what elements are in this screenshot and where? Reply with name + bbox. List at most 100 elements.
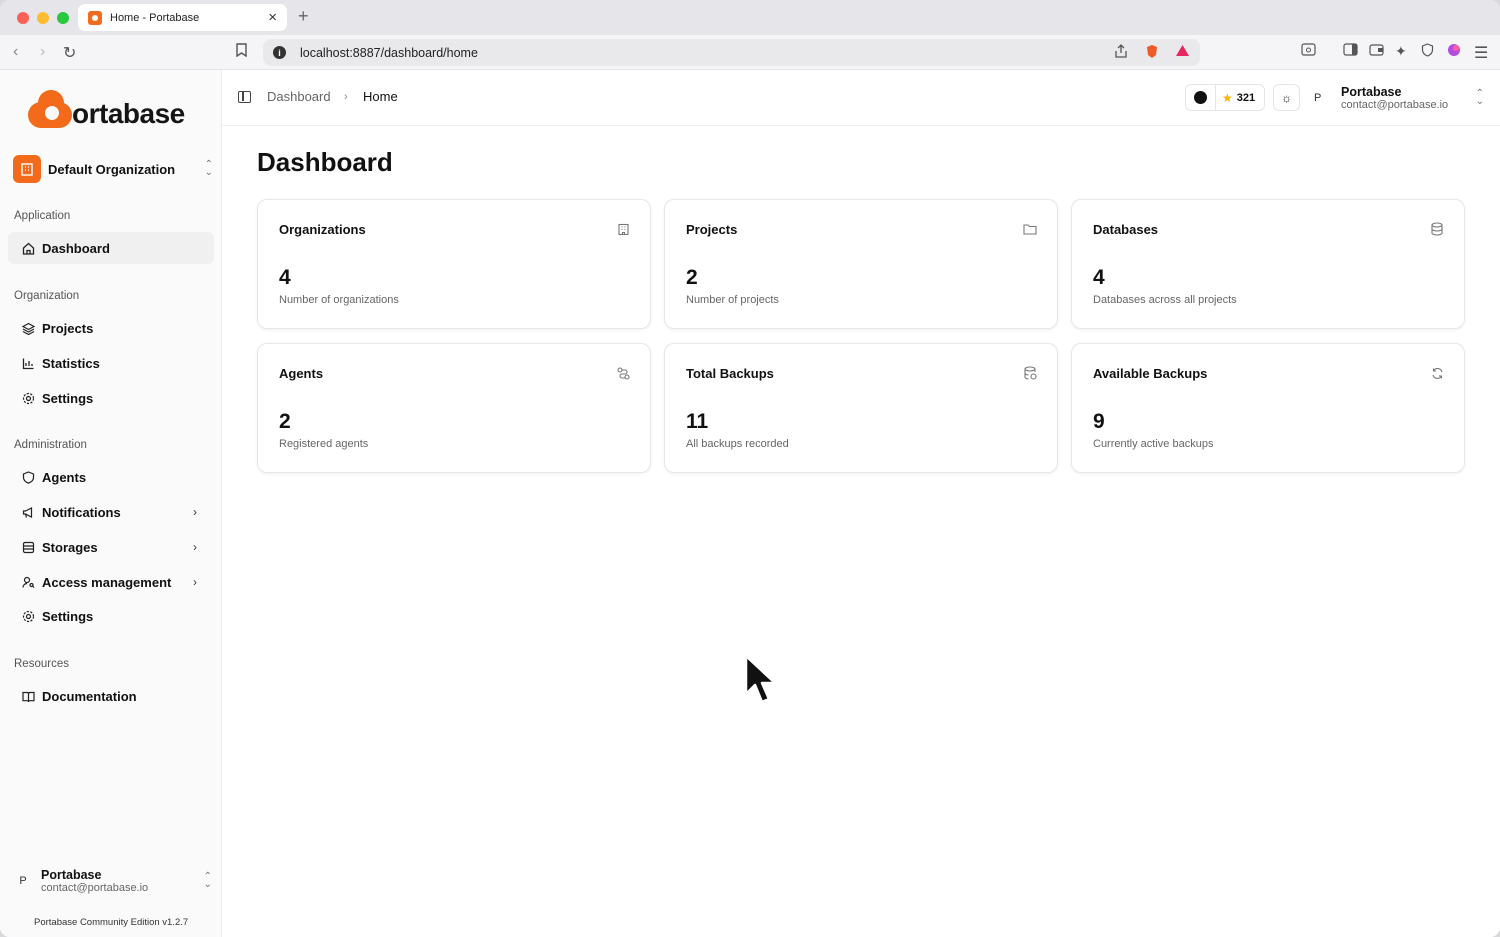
chevron-right-icon: › (193, 505, 197, 519)
section-label-application: Application (14, 210, 71, 222)
github-stars-button[interactable]: ★ 321 (1185, 84, 1265, 111)
card-description: Number of projects (686, 294, 779, 306)
theme-toggle-button[interactable]: ☼ (1273, 84, 1300, 111)
bookmark-icon[interactable] (236, 43, 247, 62)
folder-icon (1023, 222, 1037, 236)
sidebar-item-label: Storages (42, 539, 98, 555)
organization-switcher[interactable]: Default Organization ⌃ ⌄ (13, 154, 213, 184)
building-icon (13, 155, 41, 183)
breadcrumb-home: Home (363, 89, 398, 104)
close-tab-icon[interactable]: × (268, 9, 277, 26)
database-backup-icon (1023, 366, 1037, 380)
share-icon[interactable] (1115, 44, 1127, 61)
tab-title: Home - Portabase (110, 11, 200, 24)
card-title: Organizations (279, 222, 366, 237)
chart-icon (21, 356, 35, 370)
sidebar-item-agents[interactable]: Agents (8, 461, 214, 493)
card-description: Number of organizations (279, 294, 399, 306)
forward-icon[interactable]: › (40, 43, 45, 61)
stat-card-databases: Databases 4 Databases across all project… (1071, 199, 1465, 329)
close-window-button[interactable] (17, 11, 29, 24)
menu-icon[interactable]: ☰ (1474, 43, 1488, 63)
sidebar-item-label: Projects (42, 320, 94, 336)
profile-icon[interactable] (1447, 43, 1461, 60)
header-user-menu[interactable]: P Portabase contact@portabase.io ⌃ ⌄ (1314, 82, 1484, 114)
avatar: P (19, 875, 27, 887)
route-icon (616, 366, 630, 380)
user-email: contact@portabase.io (41, 882, 149, 894)
site-info-icon[interactable]: i (273, 46, 286, 59)
back-icon[interactable]: ‹ (13, 43, 18, 61)
minimize-window-button[interactable] (37, 11, 49, 24)
megaphone-icon (21, 505, 35, 519)
user-key-icon (21, 575, 35, 589)
leo-ai-icon[interactable]: ✦ (1395, 43, 1407, 60)
sidebar-toggle-icon[interactable] (238, 91, 251, 103)
browser-window: Home - Portabase × + ‹ › ↻ i localhost:8… (0, 0, 1500, 937)
sidebar-item-dashboard[interactable]: Dashboard (8, 232, 214, 264)
sidebar-item-projects[interactable]: Projects (8, 312, 214, 344)
section-label-organization: Organization (14, 290, 80, 302)
avatar: P (1314, 92, 1322, 104)
breadcrumb-dashboard[interactable]: Dashboard (267, 89, 331, 104)
sidebar-item-label: Documentation (42, 688, 137, 704)
sidebar-item-admin-settings[interactable]: Settings (8, 600, 214, 632)
sidebar-item-statistics[interactable]: Statistics (8, 347, 214, 379)
refresh-icon (1430, 366, 1444, 380)
brave-rewards-icon[interactable] (1175, 44, 1190, 60)
reload-icon[interactable]: ↻ (63, 43, 76, 63)
database-icon (21, 540, 35, 554)
vpn-shield-icon[interactable] (1421, 43, 1434, 60)
window-controls (0, 11, 78, 24)
card-title: Projects (686, 222, 738, 237)
browser-tab[interactable]: Home - Portabase × (78, 4, 287, 31)
home-icon (21, 241, 35, 255)
cloud-logo-icon (28, 90, 74, 130)
address-bar[interactable]: i localhost:8887/dashboard/home (263, 39, 1200, 66)
sidebar-item-storages[interactable]: Storages › (8, 531, 214, 563)
chevron-right-icon: › (193, 575, 197, 589)
app-area: ortabase Default Organization ⌃ ⌄ Applica… (0, 70, 1500, 937)
card-value: 11 (686, 410, 709, 433)
sun-moon-icon: ☼ (1281, 90, 1292, 105)
sidebar-item-label: Dashboard (42, 240, 110, 256)
sidebar-item-documentation[interactable]: Documentation (8, 680, 214, 712)
layers-icon (21, 321, 35, 335)
shield-icon (21, 470, 35, 484)
card-value: 2 (279, 410, 291, 433)
sidebar-item-access-management[interactable]: Access management › (8, 566, 214, 598)
stat-card-organizations: Organizations 4 Number of organizations (257, 199, 651, 329)
user-name: Portabase (1341, 85, 1402, 99)
card-title: Available Backups (1093, 366, 1208, 381)
maximize-window-button[interactable] (57, 11, 69, 24)
new-tab-icon[interactable]: + (298, 6, 309, 27)
card-value: 4 (1093, 266, 1105, 289)
brave-shield-icon[interactable] (1145, 44, 1159, 62)
browser-toolbar: ‹ › ↻ i localhost:8887/dashboard/home ✦ … (0, 35, 1500, 70)
card-value: 2 (686, 266, 698, 289)
stat-card-available-backups: Available Backups 9 Currently active bac… (1071, 343, 1465, 473)
wallet-icon[interactable] (1369, 43, 1384, 59)
url-text: localhost:8887/dashboard/home (300, 45, 478, 60)
card-value: 9 (1093, 410, 1105, 433)
card-description: All backups recorded (686, 438, 789, 450)
sidebar-item-label: Settings (42, 608, 94, 624)
sidebar-item-notifications[interactable]: Notifications › (8, 496, 214, 528)
sidebar-item-label: Settings (42, 390, 94, 406)
card-value: 4 (279, 266, 291, 289)
portabase-logo[interactable]: ortabase (28, 90, 185, 130)
card-title: Databases (1093, 222, 1159, 237)
edition-label: Portabase Community Edition v1.2.7 (34, 917, 189, 928)
breadcrumb-separator-icon: › (344, 91, 348, 103)
chevron-right-icon: › (193, 540, 197, 554)
organization-name: Default Organization (48, 161, 176, 177)
tab-search-icon[interactable] (1301, 43, 1316, 59)
sidebar-item-organization-settings[interactable]: Settings (8, 382, 214, 414)
card-title: Agents (279, 366, 324, 381)
portabase-favicon-icon (88, 10, 102, 25)
chevrons-up-down-icon: ⌃ ⌄ (1475, 88, 1484, 107)
user-email: contact@portabase.io (1341, 99, 1449, 111)
chevrons-up-down-icon: ⌃ ⌄ (204, 159, 213, 178)
sidebar-user-menu[interactable]: P Portabase contact@portabase.io ⌃ ⌄ (12, 865, 212, 897)
sidebar-toggle-icon[interactable] (1343, 43, 1358, 59)
